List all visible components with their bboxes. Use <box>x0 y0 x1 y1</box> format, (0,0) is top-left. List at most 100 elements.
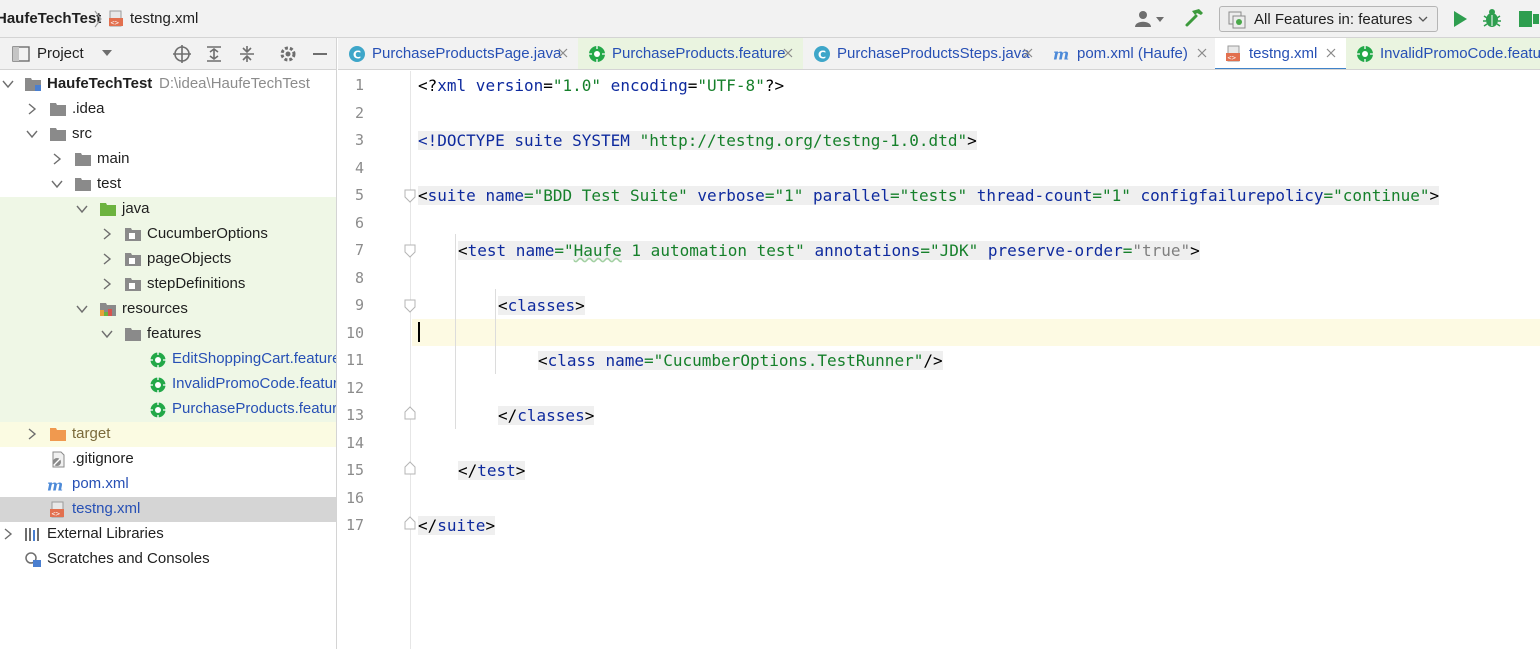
tree-item-main[interactable]: main <box>0 147 336 172</box>
code-line-1[interactable]: <?xml version="1.0" encoding="UTF-8"?> <box>418 73 784 99</box>
tree-item-stepdefinitions[interactable]: stepDefinitions <box>0 272 336 297</box>
project-panel-title[interactable]: Project <box>37 45 84 62</box>
code-token: < <box>458 241 468 260</box>
line-number: 1 <box>354 76 364 94</box>
code-line-11[interactable]: <class name="CucumberOptions.TestRunner"… <box>538 348 943 374</box>
tree-item-gitignore[interactable]: .gitignore <box>0 447 336 472</box>
tab-pom-xml[interactable]: m pom.xml (Haufe) <box>1043 38 1215 69</box>
user-icon[interactable] <box>1132 8 1166 30</box>
tree-item-java[interactable]: java <box>0 197 336 222</box>
line-number: 5 <box>354 186 364 204</box>
close-icon[interactable] <box>557 47 569 59</box>
expand-all-icon[interactable] <box>204 44 224 64</box>
tab-purchaseproducts-feature[interactable]: PurchaseProducts.feature <box>578 38 803 69</box>
code-token: ="1" <box>764 186 804 205</box>
tree-item-editshoppingcart-feature[interactable]: EditShoppingCart.feature <box>0 347 336 372</box>
tab-testng-xml[interactable]: <> testng.xml <box>1215 38 1346 69</box>
tree-item-test[interactable]: test <box>0 172 336 197</box>
code-token: = <box>543 76 553 95</box>
fold-close-icon[interactable] <box>404 516 416 530</box>
tab-purchaseproductssteps-java[interactable]: C PurchaseProductsSteps.java <box>803 38 1043 69</box>
chevron-down-icon[interactable] <box>26 128 38 140</box>
chevron-down-icon[interactable] <box>76 203 88 215</box>
chevron-right-icon[interactable] <box>51 153 63 165</box>
coverage-icon[interactable] <box>1516 7 1540 31</box>
chevron-down-icon[interactable] <box>76 303 88 315</box>
fold-open-icon[interactable] <box>404 299 416 313</box>
tree-item-label: PurchaseProducts.feature <box>172 400 336 417</box>
code-token: > <box>584 406 595 425</box>
code-line-17[interactable]: </suite> <box>418 513 496 539</box>
fold-open-icon[interactable] <box>404 189 416 203</box>
chevron-down-icon[interactable] <box>2 78 14 90</box>
code-line-13[interactable]: </classes> <box>498 403 595 429</box>
chevron-right-icon[interactable] <box>26 428 38 440</box>
line-number: 17 <box>345 516 364 534</box>
code-token: > <box>967 131 977 150</box>
code-token: test <box>477 461 516 480</box>
breadcrumb-project[interactable]: HaufeTechTest <box>0 10 101 27</box>
xml-file-icon: <> <box>109 10 123 27</box>
gear-icon[interactable] <box>278 44 298 64</box>
chevron-right-icon[interactable] <box>101 253 113 265</box>
tree-item-purchaseproducts-feature[interactable]: PurchaseProducts.feature <box>0 397 336 422</box>
locate-icon[interactable] <box>172 44 192 64</box>
chevron-down-icon[interactable] <box>101 48 113 58</box>
collapse-all-icon[interactable] <box>237 44 257 64</box>
code-line-9[interactable]: <classes> <box>498 293 585 319</box>
close-icon[interactable] <box>782 47 794 59</box>
chevron-right-icon[interactable] <box>101 278 113 290</box>
fold-close-icon[interactable] <box>404 406 416 420</box>
tab-purchaseproductspage-java[interactable]: C PurchaseProductsPage.java <box>338 38 578 69</box>
maven-icon: m <box>1053 45 1069 63</box>
code-line-5[interactable]: <suite name="BDD Test Suite" verbose="1"… <box>418 183 1440 209</box>
code-line-7[interactable]: <test name="Haufe 1 automation test" ann… <box>458 238 1200 264</box>
tree-item-invalidpromocode-feature[interactable]: InvalidPromoCode.feature <box>0 372 336 397</box>
fold-open-icon[interactable] <box>404 244 416 258</box>
package-icon <box>125 253 141 266</box>
code-editor[interactable]: 1 2 3 4 5 6 7 8 9 10 11 12 13 14 15 16 1… <box>338 71 1540 649</box>
active-tab-indicator <box>1215 68 1346 69</box>
line-number: 16 <box>345 489 364 507</box>
tree-item-src[interactable]: src <box>0 122 336 147</box>
tree-item-scratches-and-consoles[interactable]: Scratches and Consoles <box>0 547 336 572</box>
tree-item-label: target <box>72 425 111 442</box>
code-line-15[interactable]: </test> <box>458 458 526 484</box>
line-number: 15 <box>345 461 364 479</box>
tree-item-idea[interactable]: .idea <box>0 97 336 122</box>
line-number: 9 <box>354 296 364 314</box>
debug-icon[interactable] <box>1481 7 1503 29</box>
tab-invalidpromocode-feature[interactable]: InvalidPromoCode.feature <box>1346 38 1540 69</box>
tree-item-resources[interactable]: resources <box>0 297 336 322</box>
tree-item-cucumberoptions[interactable]: CucumberOptions <box>0 222 336 247</box>
library-icon <box>25 528 39 541</box>
close-icon[interactable] <box>1196 47 1208 59</box>
current-line-highlight <box>412 319 1540 346</box>
tree-item-testng-xml[interactable]: <> testng.xml <box>0 497 336 522</box>
line-number: 14 <box>345 434 364 452</box>
run-configuration-selector[interactable]: All Features in: features <box>1219 6 1438 32</box>
tree-item-haufetechtest[interactable]: HaufeTechTest D:\idea\HaufeTechTest <box>0 72 336 97</box>
tab-label: testng.xml <box>1249 45 1318 62</box>
indent-guide <box>495 289 496 374</box>
code-token: SYSTEM <box>562 131 630 150</box>
chevron-down-icon[interactable] <box>101 328 113 340</box>
breadcrumb-file[interactable]: testng.xml <box>130 10 198 27</box>
tree-item-pageobjects[interactable]: pageObjects <box>0 247 336 272</box>
chevron-right-icon[interactable] <box>2 528 14 540</box>
close-icon[interactable] <box>1022 47 1034 59</box>
chevron-right-icon[interactable] <box>26 103 38 115</box>
tree-item-features[interactable]: features <box>0 322 336 347</box>
tree-item-pom-xml[interactable]: m pom.xml <box>0 472 336 497</box>
run-icon[interactable] <box>1450 8 1470 30</box>
tree-item-external-libraries[interactable]: External Libraries <box>0 522 336 547</box>
fold-close-icon[interactable] <box>404 461 416 475</box>
chevron-right-icon[interactable] <box>101 228 113 240</box>
hide-panel-icon[interactable] <box>310 44 330 64</box>
build-hammer-icon[interactable] <box>1183 7 1205 29</box>
close-icon[interactable] <box>1325 47 1337 59</box>
tree-item-target[interactable]: target <box>0 422 336 447</box>
code-line-3[interactable]: <!DOCTYPE suite SYSTEM "http://testng.or… <box>418 128 977 154</box>
code-token: /> <box>923 351 943 370</box>
chevron-down-icon[interactable] <box>51 178 63 190</box>
